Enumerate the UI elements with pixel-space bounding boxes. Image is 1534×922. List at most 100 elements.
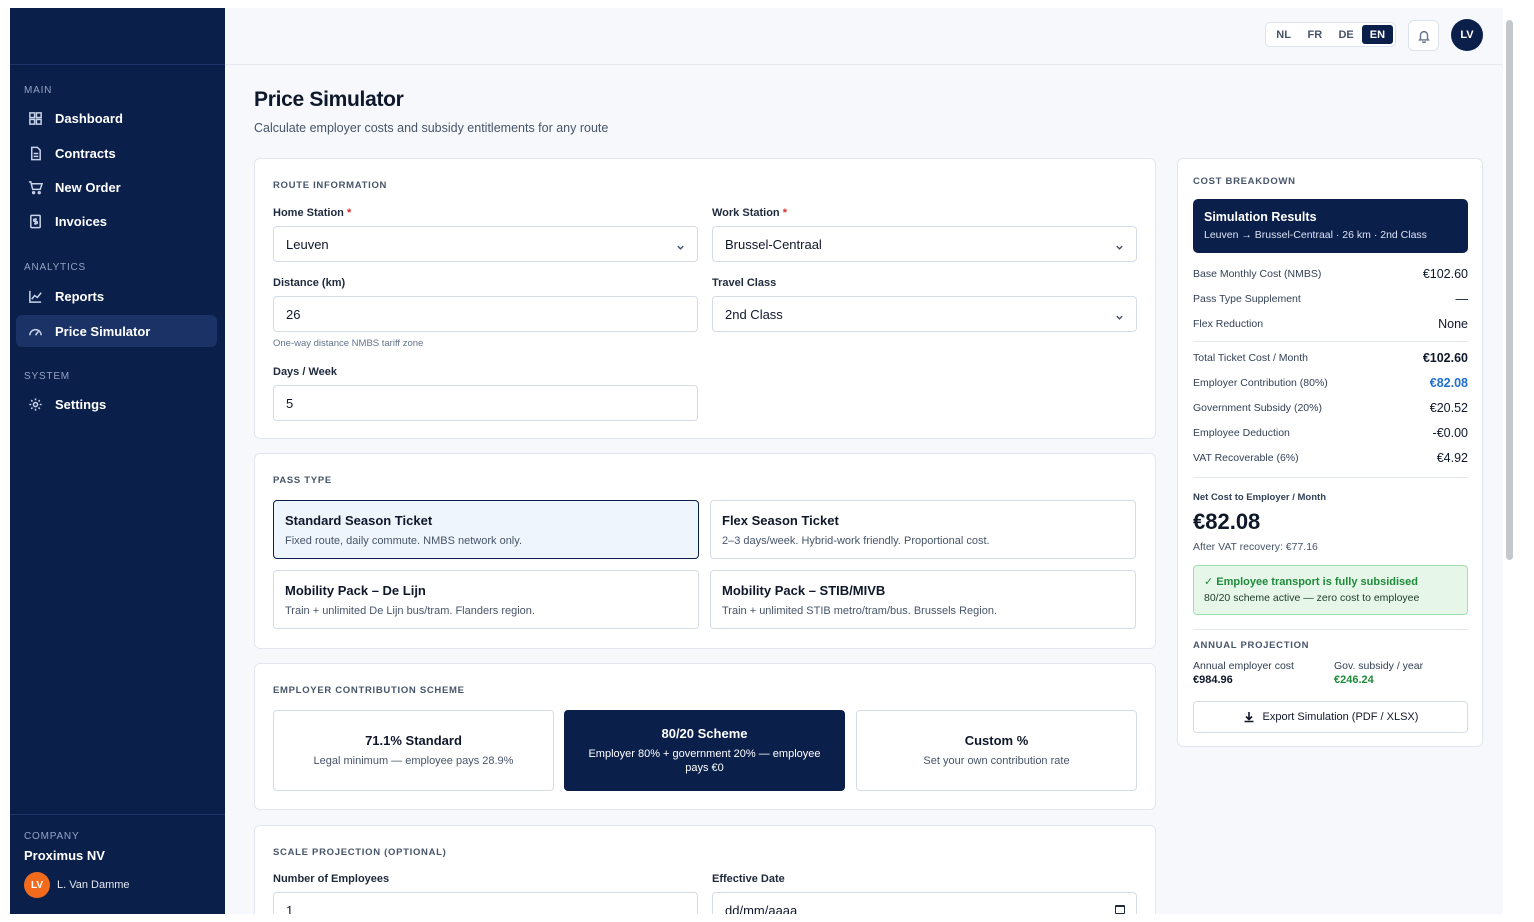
sidebar-item-dashboard[interactable]: Dashboard (16, 102, 217, 134)
lang-nl[interactable]: NL (1268, 25, 1299, 44)
sidebar: MAIN Dashboard Contracts New Order Invoi… (10, 8, 225, 914)
cost-row-total: Total Ticket Cost / Month €102.60 (1193, 351, 1468, 365)
cost-row: Base Monthly Cost (NMBS) €102.60 (1193, 267, 1468, 281)
cost-row: Employee Deduction -€0.00 (1193, 426, 1468, 440)
net-cost-value: €82.08 (1193, 509, 1261, 534)
cost-row: Flex Reduction None (1193, 317, 1468, 331)
employees-label: Number of Employees (273, 873, 390, 885)
banner-title: Simulation Results (1204, 210, 1317, 224)
employees-input[interactable]: 1 (273, 892, 698, 914)
sidebar-item-contracts[interactable]: Contracts (16, 137, 217, 169)
sidebar-item-price-simulator[interactable]: Price Simulator (16, 315, 217, 347)
user-avatar[interactable]: LV (1451, 19, 1483, 51)
contribution-scheme-card: EMPLOYER CONTRIBUTION SCHEME 71.1% Stand… (254, 663, 1156, 810)
travel-class-select[interactable]: 2nd Class (712, 296, 1137, 332)
scheme-option-title: 71.1% Standard (365, 733, 462, 748)
sidebar-item-label: Settings (55, 396, 107, 412)
sidebar-item-settings[interactable]: Settings (16, 388, 217, 420)
sidebar-item-label: Price Simulator (55, 323, 151, 339)
chart-line-icon (29, 290, 42, 303)
cost-row: Government Subsidy (20%) €20.52 (1193, 401, 1468, 415)
annual-employer-value: €984.96 (1193, 674, 1233, 686)
net-cost-label: Net Cost to Employer / Month (1193, 492, 1326, 503)
pass-option-title: Mobility Pack – STIB/MIVB (722, 583, 886, 598)
sidebar-item-new-order[interactable]: New Order (16, 171, 217, 203)
notifications-button[interactable] (1408, 20, 1439, 51)
card-title: PASS TYPE (273, 475, 332, 486)
days-week-input[interactable]: 5 (273, 385, 698, 421)
scrollbar-thumb[interactable] (1506, 20, 1513, 560)
chevron-down-icon (676, 240, 685, 250)
distance-hint: One-way distance NMBS tariff zone (273, 338, 424, 349)
distance-input[interactable]: 26 (273, 296, 698, 332)
pass-option-desc: Train + unlimited De Lijn bus/tram. Flan… (285, 605, 535, 617)
download-icon (1244, 712, 1254, 723)
pass-option-desc: Fixed route, daily commute. NMBS network… (285, 535, 522, 547)
scheme-option-title: Custom % (964, 733, 1029, 748)
pass-option-desc: 2–3 days/week. Hybrid-work friendly. Pro… (722, 535, 990, 547)
sidebar-item-invoices[interactable]: Invoices (16, 205, 217, 237)
export-simulation-button[interactable]: Export Simulation (PDF / XLSX) (1193, 701, 1468, 733)
divider (1193, 477, 1468, 478)
lang-en[interactable]: EN (1361, 25, 1393, 44)
page-subtitle: Calculate employer costs and subsidy ent… (254, 121, 609, 135)
subsidy-success-alert: ✓ Employee transport is fully subsidised… (1193, 565, 1468, 615)
pass-option-title: Flex Season Ticket (722, 513, 839, 528)
scheme-option-custom[interactable]: Custom % Set your own contribution rate (856, 710, 1137, 791)
page-title: Price Simulator (254, 88, 404, 111)
sidebar-item-label: Invoices (55, 213, 108, 229)
pass-option-de-lijn[interactable]: Mobility Pack – De Lijn Train + unlimite… (273, 570, 699, 629)
pass-option-flex[interactable]: Flex Season Ticket 2–3 days/week. Hybrid… (710, 500, 1136, 559)
travel-class-label: Travel Class (712, 277, 777, 289)
gear-icon (29, 397, 42, 411)
pass-option-title: Standard Season Ticket (285, 513, 433, 528)
company-name: Proximus NV (24, 848, 105, 863)
cost-row: Pass Type Supplement — (1193, 292, 1468, 306)
scheme-option-desc: Set your own contribution rate (923, 755, 1070, 767)
banner-route: Leuven → Brussel-Centraal · 26 km · 2nd … (1204, 229, 1427, 241)
divider (1193, 341, 1468, 342)
sidebar-logo-area (10, 8, 225, 65)
calendar-icon[interactable] (1114, 903, 1126, 914)
document-icon (31, 146, 41, 160)
home-station-select[interactable]: Leuven (273, 226, 698, 262)
scheme-option-standard[interactable]: 71.1% Standard Legal minimum — employee … (273, 710, 554, 791)
cost-row: VAT Recoverable (6%) €4.92 (1193, 451, 1468, 465)
lang-fr[interactable]: FR (1299, 25, 1330, 44)
card-title: SCALE PROJECTION (OPTIONAL) (273, 847, 447, 858)
cart-icon (28, 180, 43, 194)
pass-option-standard[interactable]: Standard Season Ticket Fixed route, dail… (273, 500, 699, 559)
scale-projection-card: SCALE PROJECTION (OPTIONAL) Number of Em… (254, 825, 1156, 914)
user-name: L. Van Damme (57, 879, 130, 891)
pass-option-stib[interactable]: Mobility Pack – STIB/MIVB Train + unlimi… (710, 570, 1136, 629)
cost-breakdown-card: COST BREAKDOWN Simulation Results Leuven… (1177, 158, 1483, 747)
language-switcher: NL FR DE EN (1265, 22, 1396, 47)
alert-desc: 80/20 scheme active — zero cost to emplo… (1204, 592, 1420, 604)
bell-icon (1417, 30, 1430, 43)
scheme-option-title: 80/20 Scheme (661, 726, 748, 741)
company-label: COMPANY (24, 831, 80, 842)
sidebar-item-label: Contracts (55, 145, 116, 161)
sidebar-section-analytics: ANALYTICS (24, 262, 87, 273)
sidebar-footer: COMPANY Proximus NV LV L. Van Damme (10, 814, 225, 914)
topbar: NL FR DE EN LV (225, 8, 1513, 65)
pass-type-card: PASS TYPE Standard Season Ticket Fixed r… (254, 453, 1156, 649)
card-title: EMPLOYER CONTRIBUTION SCHEME (273, 685, 465, 696)
card-title: COST BREAKDOWN (1193, 176, 1296, 187)
avatar: LV (24, 872, 50, 898)
scheme-option-80-20[interactable]: 80/20 Scheme Employer 80% + government 2… (564, 710, 845, 791)
effective-date-input[interactable]: dd/mm/aaaa (712, 892, 1137, 914)
app-frame: MAIN Dashboard Contracts New Order Invoi… (10, 8, 1513, 914)
pass-option-desc: Train + unlimited STIB metro/tram/bus. B… (722, 605, 997, 617)
chevron-down-icon (1115, 240, 1124, 250)
sidebar-item-reports[interactable]: Reports (16, 280, 217, 312)
user-profile[interactable]: LV L. Van Damme (24, 872, 211, 898)
card-title: ROUTE INFORMATION (273, 180, 388, 191)
annual-employer-label: Annual employer cost (1193, 660, 1294, 672)
lang-de[interactable]: DE (1331, 25, 1362, 44)
net-cost-after-vat: After VAT recovery: €77.16 (1193, 541, 1318, 553)
home-station-label: Home Station * (273, 207, 352, 219)
sidebar-item-label: Reports (55, 288, 105, 304)
scheme-option-desc: Employer 80% + government 20% — employee… (588, 748, 821, 774)
work-station-select[interactable]: Brussel-Centraal (712, 226, 1137, 262)
